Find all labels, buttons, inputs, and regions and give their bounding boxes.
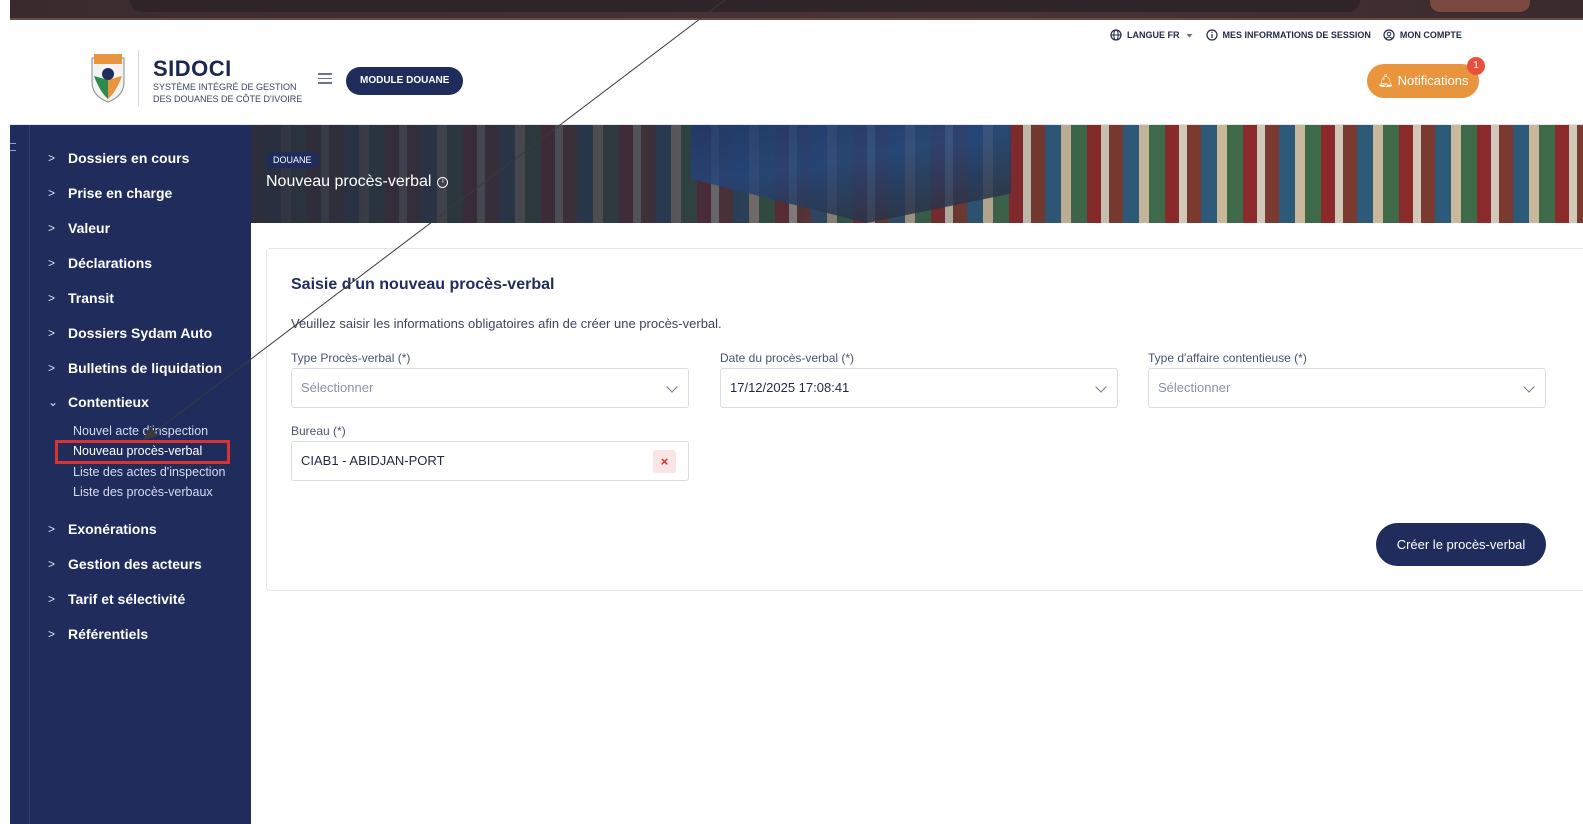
sidebar-item-label: Dossiers en cours (68, 150, 190, 166)
chevron-right-icon: > (48, 522, 56, 536)
bureau-value: CIAB1 - ABIDJAN-PORT (301, 453, 445, 468)
date-value: 17/12/2025 17:08:41 (730, 380, 850, 395)
user-circle-icon (1383, 29, 1395, 41)
collapse-handle[interactable] (10, 143, 16, 151)
browser-top-strip (10, 0, 1583, 20)
brand-subtitle: SYSTÈME INTÉGRÉ DE GESTION DES DOUANES D… (153, 81, 313, 105)
annotation-highlight-box (55, 440, 230, 464)
sidebar-item-label: Valeur (68, 220, 111, 236)
chevron-right-icon: > (48, 291, 56, 305)
app-header: SIDOCI SYSTÈME INTÉGRÉ DE GESTION DES DO… (10, 20, 1583, 125)
session-info-label: MES INFORMATIONS DE SESSION (1222, 30, 1371, 40)
page-title: Nouveau procès-verbal i (266, 173, 449, 191)
form-description: Veuillez saisir les informations obligat… (291, 316, 722, 331)
banner-ship-image (691, 125, 1011, 223)
close-icon[interactable]: × (653, 450, 676, 473)
info-icon[interactable]: i (437, 176, 449, 188)
sidebar-item-referentiels[interactable]: > Référentiels (48, 626, 148, 642)
language-selector[interactable]: LANGUE FR (1110, 29, 1194, 41)
bell-icon: 🔔︎ (1377, 73, 1395, 88)
type-pv-placeholder: Sélectionner (301, 380, 374, 395)
chevron-right-icon: > (48, 326, 56, 340)
sidebar-item-declarations[interactable]: > Déclarations (48, 255, 152, 271)
page-banner: DOUANE Nouveau procès-verbal i (251, 125, 1583, 223)
sidebar-subitem-liste-actes-inspection[interactable]: Liste des actes d'inspection (73, 465, 225, 479)
sidebar-item-transit[interactable]: > Transit (48, 290, 114, 306)
sidebar-item-label: Prise en charge (68, 185, 173, 201)
date-label: Date du procès-verbal (*) (720, 351, 855, 365)
chevron-right-icon: > (48, 592, 56, 606)
module-douane-button[interactable]: MODULE DOUANE (346, 67, 464, 95)
chevron-right-icon: > (48, 221, 56, 235)
sidebar-item-label: Exonérations (68, 521, 157, 537)
chevron-down-icon (1095, 381, 1107, 393)
affaire-select[interactable]: Sélectionner (1148, 368, 1546, 408)
chevron-down-icon: ⌄ (48, 395, 59, 409)
language-label: LANGUE FR (1127, 30, 1180, 40)
brand-title: SIDOCI (153, 56, 232, 81)
douanes-crest-logo (91, 54, 125, 103)
menu-icon[interactable] (318, 73, 332, 84)
info-icon (1205, 29, 1218, 41)
chevron-right-icon: > (48, 256, 56, 270)
chevron-right-icon: > (48, 361, 56, 375)
chevron-right-icon: > (48, 151, 56, 165)
affaire-placeholder: Sélectionner (1158, 380, 1231, 395)
sidebar-item-valeur[interactable]: > Valeur (48, 220, 110, 236)
bureau-select[interactable]: CIAB1 - ABIDJAN-PORT × (291, 441, 689, 481)
bureau-label: Bureau (*) (291, 424, 346, 438)
type-pv-label: Type Procès-verbal (*) (291, 351, 411, 365)
top-bar-accent (1430, 0, 1530, 12)
sidebar-item-tarif-et-selectivite[interactable]: > Tarif et sélectivité (48, 591, 185, 607)
module-tag: DOUANE (266, 152, 319, 168)
affaire-label: Type d'affaire contentieuse (*) (1148, 351, 1307, 365)
logo-separator (138, 50, 139, 106)
chevron-down-icon (1523, 381, 1535, 393)
type-pv-select[interactable]: Sélectionner (291, 368, 689, 408)
sidebar-item-label: Transit (68, 290, 114, 306)
account-label: MON COMPTE (1399, 30, 1462, 40)
notifications-button[interactable]: 🔔︎ Notifications (1367, 64, 1479, 98)
sidebar-item-label: Bulletins de liquidation (68, 360, 222, 376)
sidebar-item-label: Tarif et sélectivité (68, 591, 186, 607)
sidebar-item-contentieux[interactable]: ⌄ Contentieux (48, 394, 149, 410)
sidebar-subitem-liste-proces-verbaux[interactable]: Liste des procès-verbaux (73, 485, 213, 499)
create-proces-verbal-button[interactable]: Créer le procès-verbal (1376, 523, 1546, 566)
sidebar-item-label: Référentiels (68, 626, 149, 642)
sidebar-subitem-nouvel-acte-inspection[interactable]: Nouvel acte d'inspection (73, 424, 208, 438)
account-link[interactable]: MON COMPTE (1383, 29, 1462, 41)
sidebar-item-bulletins-de-liquidation[interactable]: > Bulletins de liquidation (48, 360, 222, 376)
page-title-text: Nouveau procès-verbal (266, 173, 432, 190)
sidebar-item-dossiers-en-cours[interactable]: > Dossiers en cours (48, 150, 189, 166)
chevron-right-icon: > (48, 186, 56, 200)
chevron-down-icon (666, 381, 678, 393)
caret-down-icon (1186, 33, 1192, 38)
top-bar-pill (130, 0, 1360, 12)
sidebar-item-label: Contentieux (68, 394, 149, 410)
brand-subtitle-line2: DES DOUANES DE CÔTE D'IVOIRE (153, 94, 303, 104)
sidebar-rail (10, 125, 30, 824)
sidebar-item-prise-en-charge[interactable]: > Prise en charge (48, 185, 172, 201)
date-picker[interactable]: 17/12/2025 17:08:41 (720, 368, 1118, 408)
sidebar-item-label: Dossiers Sydam Auto (68, 325, 213, 341)
notifications-label: Notifications (1397, 73, 1469, 88)
top-links: LANGUE FR MES INFORMATIONS DE SESSION MO… (1110, 29, 1462, 41)
sidebar-item-dossiers-sydam-auto[interactable]: > Dossiers Sydam Auto (48, 325, 212, 341)
chevron-right-icon: > (48, 627, 56, 641)
session-info-link[interactable]: MES INFORMATIONS DE SESSION (1205, 29, 1371, 41)
notifications-badge: 1 (1467, 57, 1485, 75)
sidebar-item-gestion-des-acteurs[interactable]: > Gestion des acteurs (48, 556, 202, 572)
chevron-right-icon: > (48, 557, 56, 571)
form-title: Saisie d'un nouveau procès-verbal (291, 276, 555, 293)
sidebar-item-label: Gestion des acteurs (68, 556, 202, 572)
sidebar-item-exonerations[interactable]: > Exonérations (48, 521, 157, 537)
sidebar-item-label: Déclarations (68, 255, 153, 271)
globe-icon (1110, 29, 1122, 41)
sidebar: > Dossiers en cours > Prise en charge > … (30, 125, 251, 824)
brand-subtitle-line1: SYSTÈME INTÉGRÉ DE GESTION (153, 82, 297, 92)
